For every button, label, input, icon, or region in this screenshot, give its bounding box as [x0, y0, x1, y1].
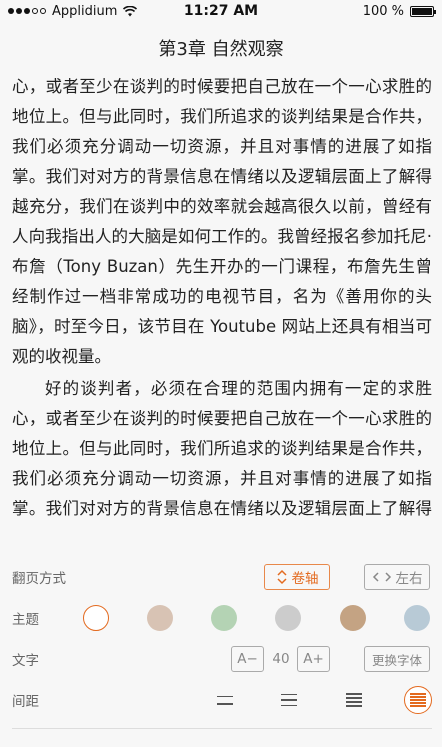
status-left: Applidium: [8, 4, 168, 19]
change-font-button[interactable]: 更换字体: [364, 646, 430, 672]
left-right-mode-button[interactable]: 左右: [364, 564, 430, 590]
font-size-value: 40: [272, 651, 290, 667]
theme-swatch-tan[interactable]: [147, 605, 173, 631]
signal-strength-icon: [8, 8, 46, 14]
page-turn-label: 翻页方式: [12, 571, 66, 587]
paragraph: 好的谈判者，必须在合理的范围内拥有一定的求胜心，或者至少在谈判的时候要把自己放在…: [12, 379, 432, 518]
spacing-row: 间距: [0, 680, 442, 720]
panel-divider: [12, 728, 432, 729]
spacing-dense-icon[interactable]: [404, 686, 432, 714]
scroll-mode-button[interactable]: 卷轴: [264, 564, 330, 590]
theme-swatch-blue[interactable]: [404, 605, 430, 631]
spacing-compact-icon[interactable]: [340, 686, 368, 714]
font-increase-button[interactable]: A+: [297, 646, 330, 672]
spacing-medium-icon[interactable]: [275, 686, 303, 714]
theme-swatch-green[interactable]: [211, 605, 237, 631]
theme-label: 主题: [12, 612, 39, 628]
reading-content[interactable]: 心，或者至少在谈判的时候要把自己放在一个一心求胜的地位上。但与此同时，我们所追求…: [12, 72, 432, 522]
status-time: 11:27 AM: [183, 3, 259, 19]
battery-icon: [410, 5, 436, 17]
title-bar: 第3章 自然观察: [0, 22, 442, 74]
font-label: 文字: [12, 653, 39, 669]
chevron-up-down-icon: [276, 569, 287, 585]
status-right: 100 %: [274, 3, 436, 19]
spacing-label: 间距: [12, 694, 39, 710]
scroll-mode-label: 卷轴: [291, 571, 319, 587]
chapter-title: 第3章 自然观察: [158, 39, 284, 60]
page-turn-row: 翻页方式 卷轴 左右: [0, 557, 442, 597]
chevron-left-right-icon: [372, 572, 391, 582]
spacing-loose-icon[interactable]: [211, 686, 239, 714]
theme-swatch-brown[interactable]: [340, 605, 366, 631]
font-row: 文字 A− 40 A+ 更换字体: [0, 639, 442, 679]
carrier-name: Applidium: [52, 3, 118, 19]
font-decrease-button[interactable]: A−: [231, 646, 264, 672]
theme-swatch-white[interactable]: [83, 605, 109, 631]
theme-swatch-gray[interactable]: [275, 605, 301, 631]
wifi-icon: [123, 5, 138, 16]
theme-row: 主题: [0, 598, 442, 638]
paragraph: 心，或者至少在谈判的时候要把自己放在一个一心求胜的地位上。但与此同时，我们所追求…: [12, 77, 432, 366]
left-right-mode-label: 左右: [395, 571, 423, 587]
battery-percent: 100 %: [362, 3, 404, 19]
status-bar: Applidium 11:27 AM 100 %: [0, 0, 442, 22]
